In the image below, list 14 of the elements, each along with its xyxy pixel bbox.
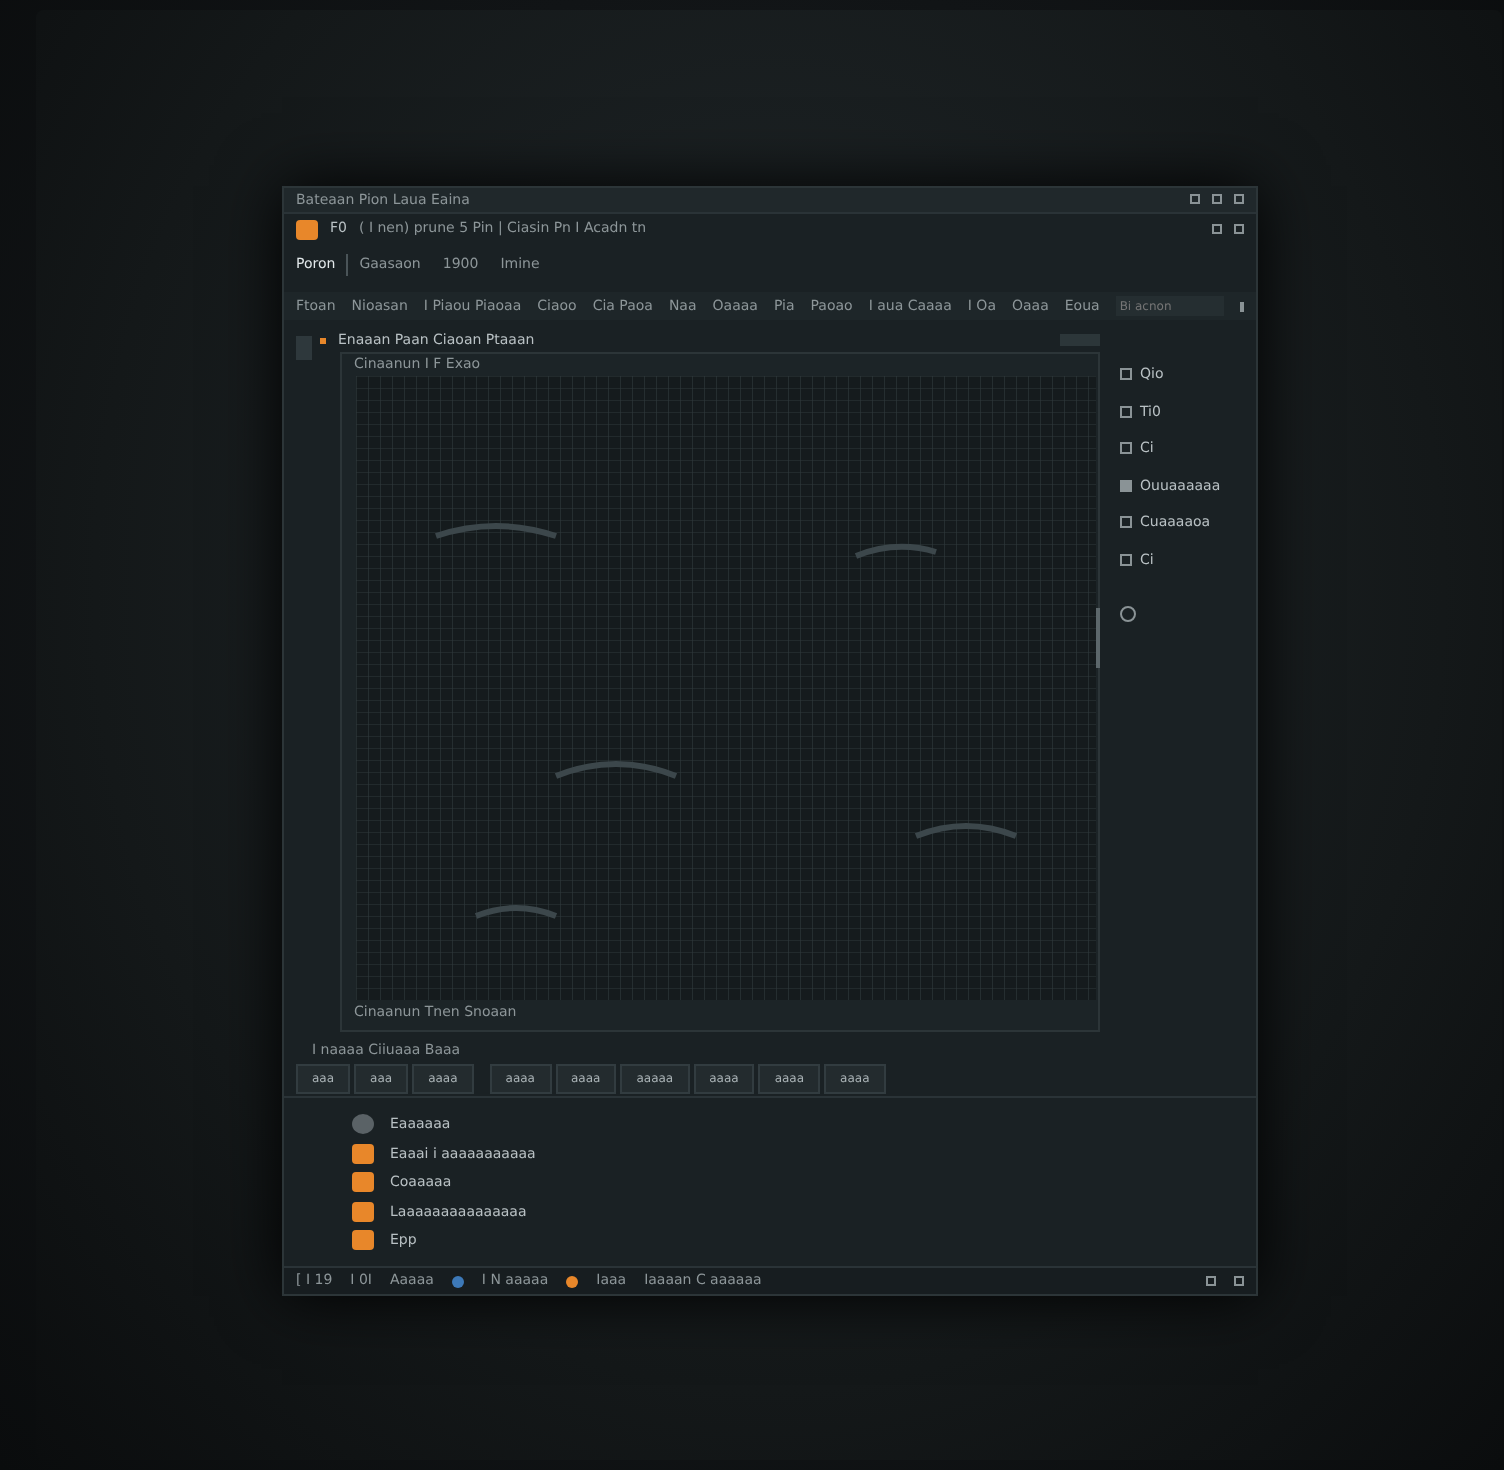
- collapse-icon[interactable]: [320, 337, 326, 344]
- maximize-button[interactable]: [1212, 194, 1222, 205]
- scroll-thumb[interactable]: [1096, 608, 1100, 669]
- frame-icon: [1120, 368, 1132, 381]
- square-icon: [1120, 479, 1132, 492]
- frame-icon: [1120, 553, 1132, 566]
- minimize-button[interactable]: [1190, 194, 1200, 205]
- app-icon: [296, 219, 318, 240]
- info-icon: [451, 1275, 464, 1288]
- frame-icon: [1120, 405, 1132, 418]
- close-button[interactable]: [1234, 194, 1244, 205]
- status-dot: [566, 1275, 579, 1288]
- frame-icon: [1120, 516, 1132, 529]
- frame-icon: [1120, 442, 1132, 455]
